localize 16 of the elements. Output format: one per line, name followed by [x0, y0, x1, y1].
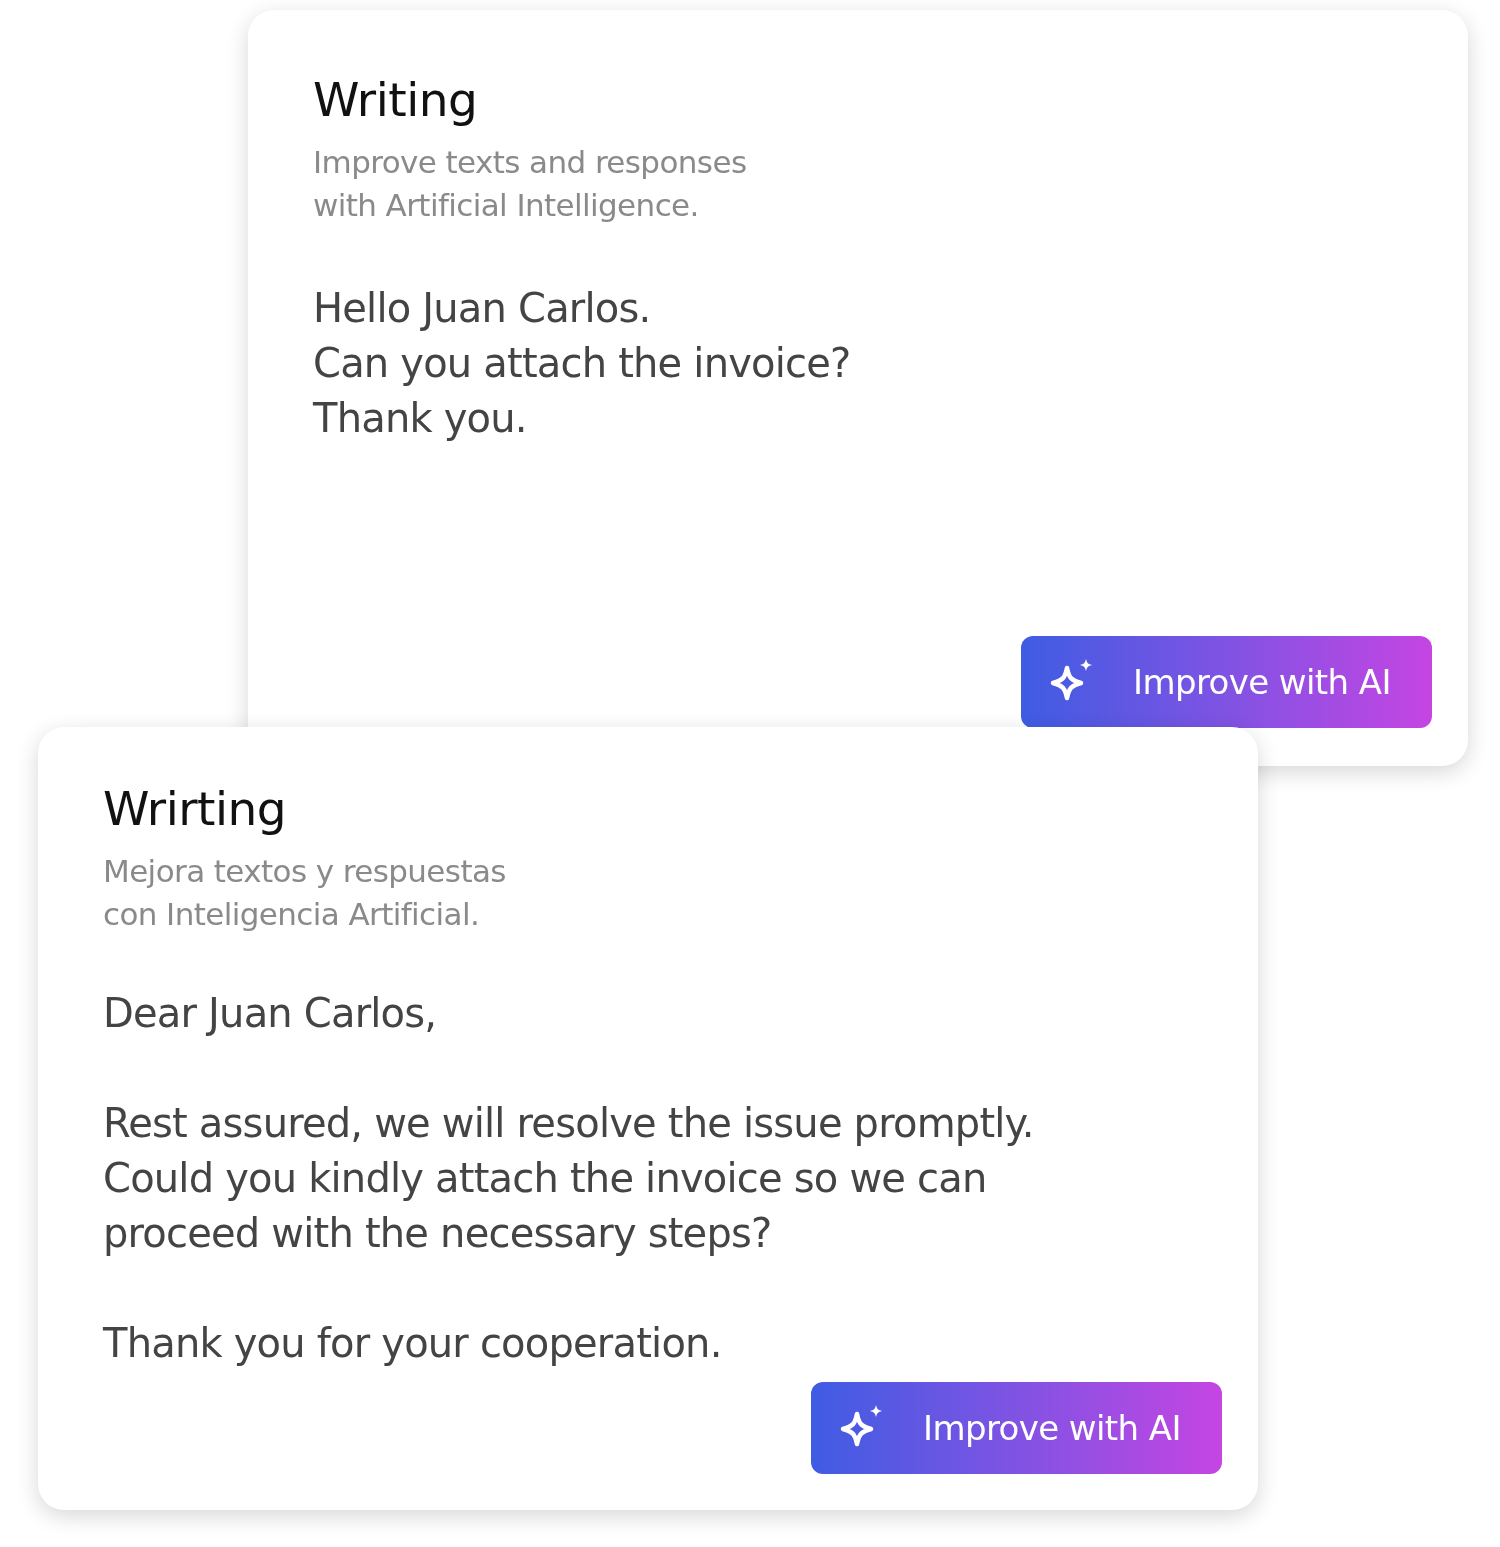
- message-line: Thank you for your cooperation.: [103, 1319, 723, 1368]
- message-line: Thank you.: [313, 394, 528, 443]
- message-line: Rest assured, we will resolve the issue promptly.: [103, 1099, 1035, 1148]
- card-title: Writing: [313, 72, 479, 127]
- subtitle-line: con Inteligencia Artificial.: [103, 895, 481, 934]
- message-line: Dear Juan Carlos,: [103, 989, 438, 1038]
- message-line: Can you attach the invoice?: [313, 339, 852, 388]
- subtitle-line: Mejora textos y respuestas: [103, 852, 507, 891]
- message-line: Could you kindly attach the invoice so we can: [103, 1154, 988, 1203]
- improve-button[interactable]: Improve with AI: [811, 1382, 1222, 1474]
- improve-button[interactable]: Improve with AI: [1021, 636, 1432, 728]
- subtitle-line: Improve texts and responses: [313, 143, 748, 182]
- card-title: Wrirting: [103, 781, 288, 836]
- subtitle-line: with Artificial Intelligence.: [313, 186, 700, 225]
- message-line: Hello Juan Carlos.: [313, 284, 652, 333]
- message-line: proceed with the necessary steps?: [103, 1209, 773, 1258]
